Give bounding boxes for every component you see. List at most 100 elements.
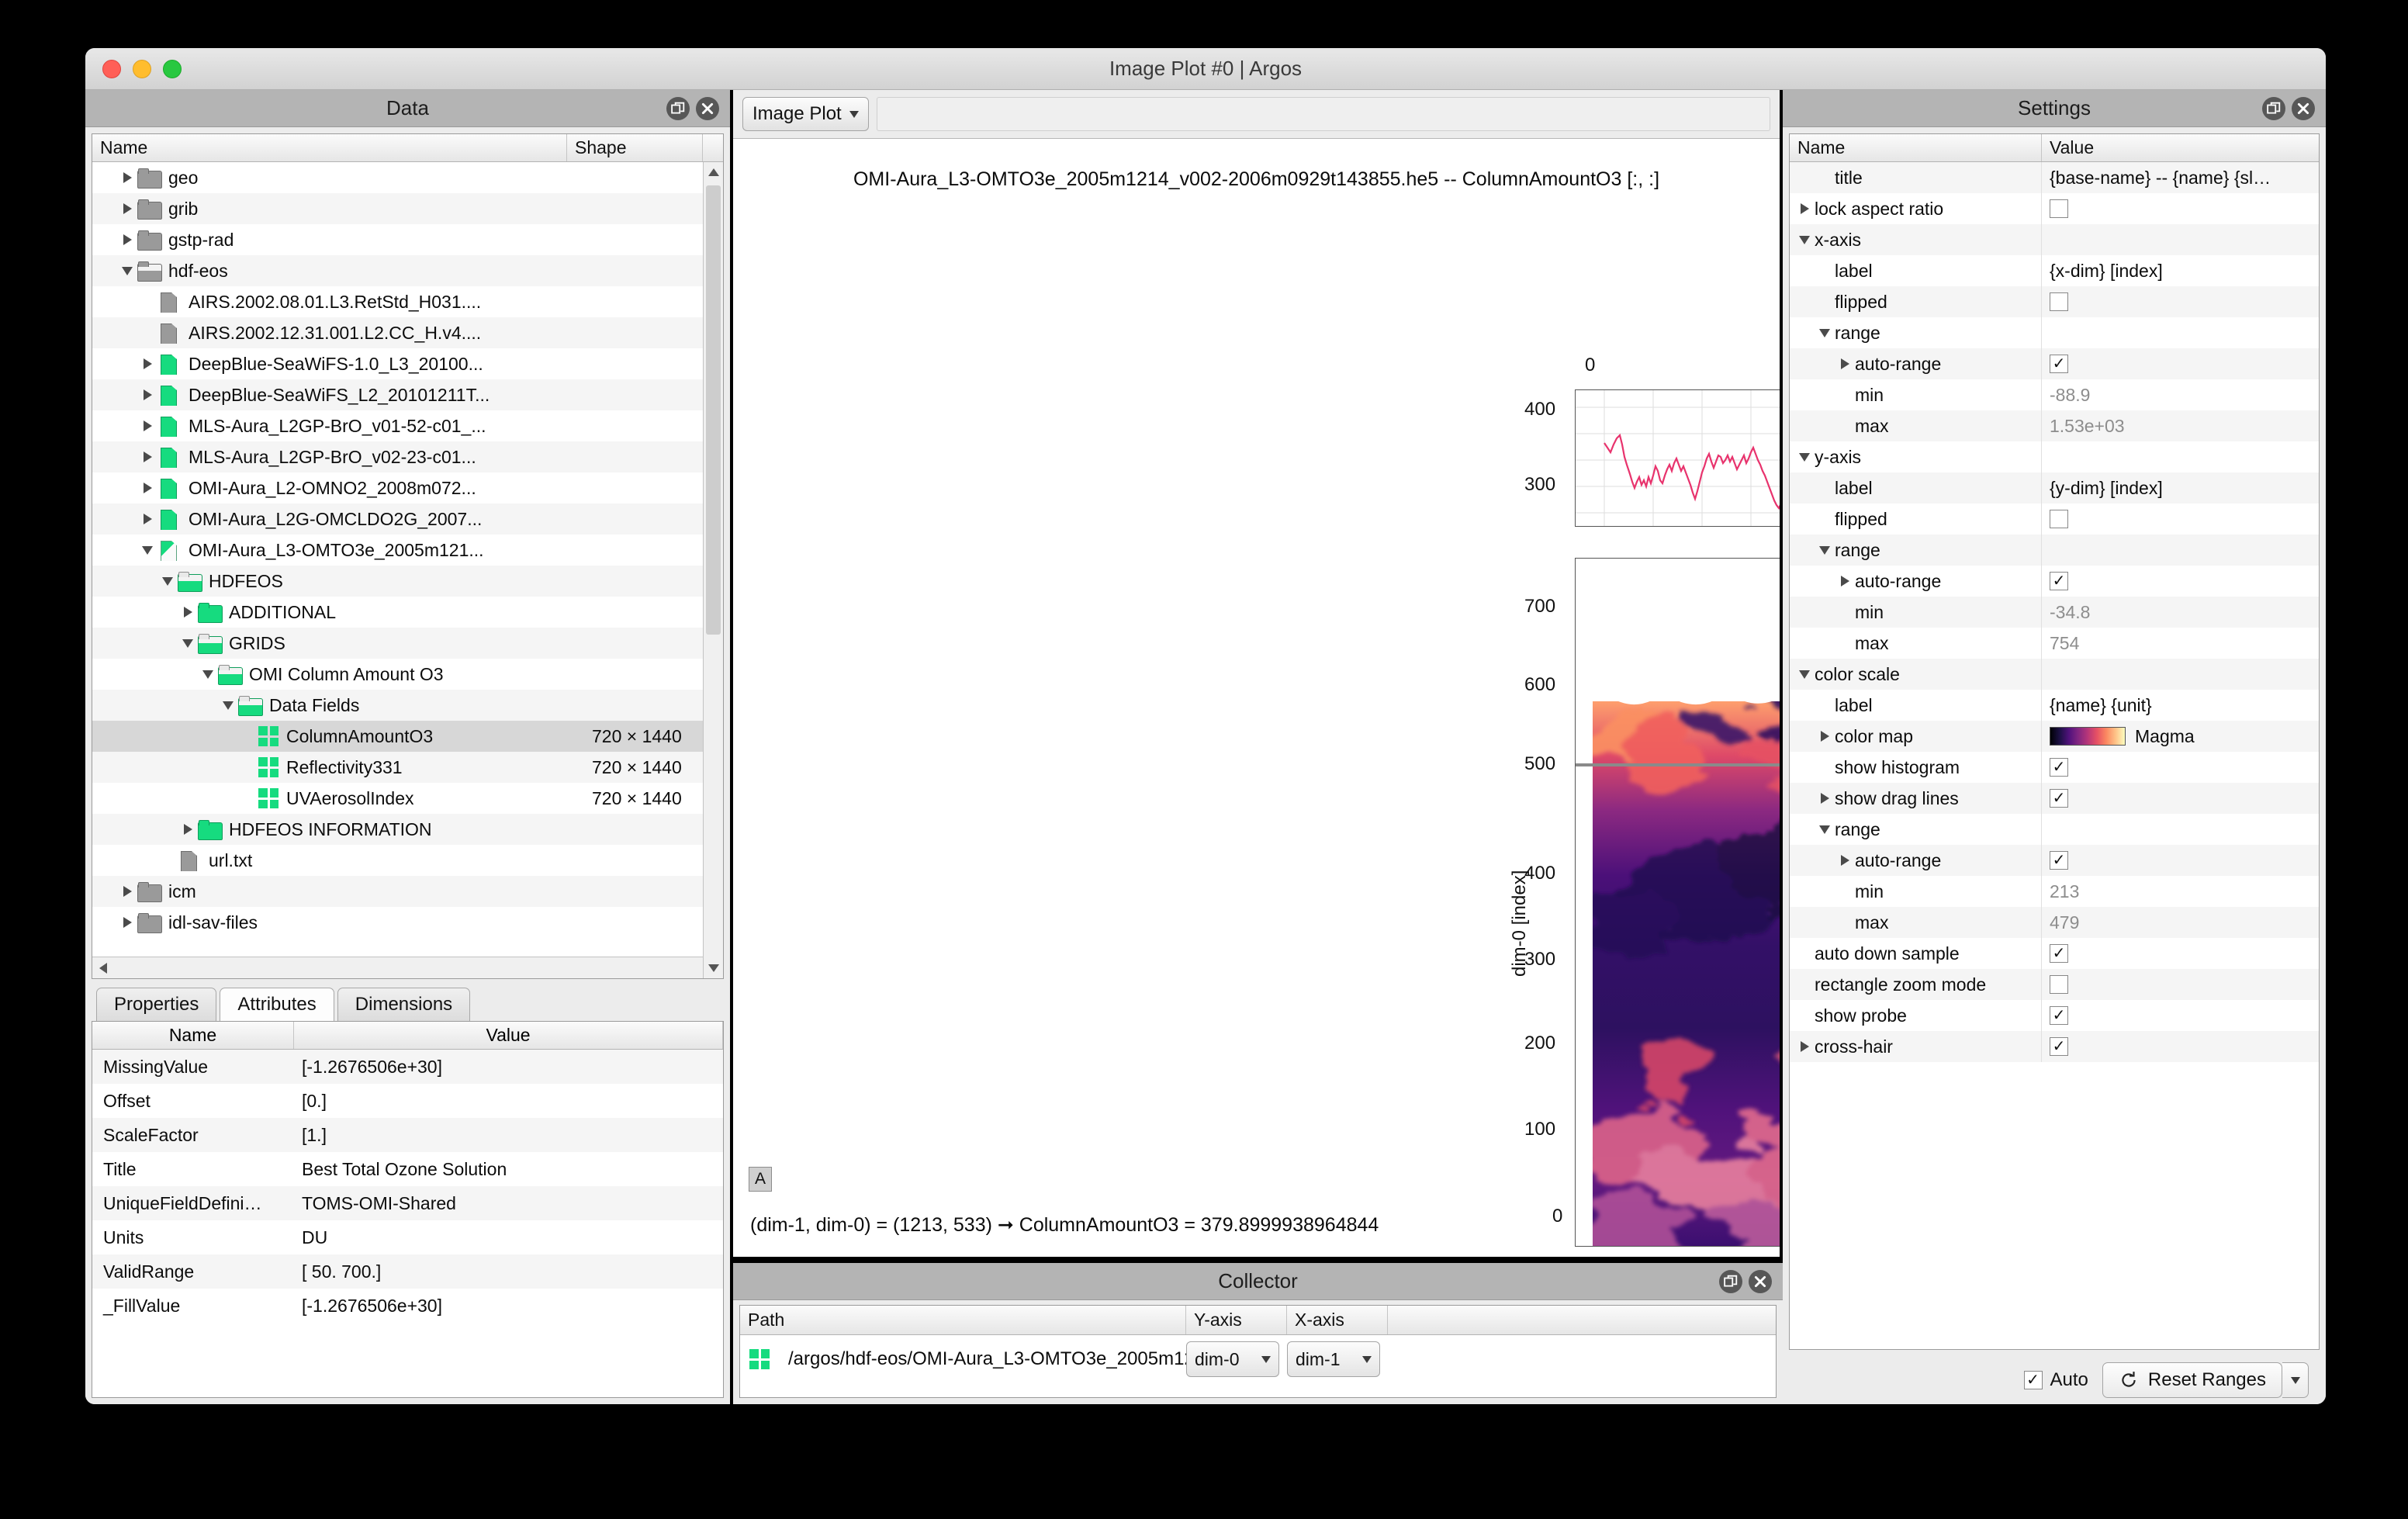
data-tree-row[interactable]: MLS-Aura_L2GP-BrO_v01-52-c01_...: [92, 410, 723, 441]
expand-arrow-icon[interactable]: [1794, 203, 1815, 214]
settings-row[interactable]: rectangle zoom mode: [1790, 969, 2319, 1000]
image-plot-frame[interactable]: [1575, 558, 1780, 1247]
collapse-arrow-icon[interactable]: [137, 545, 157, 555]
collapse-arrow-icon[interactable]: [157, 576, 178, 586]
settings-row[interactable]: range: [1790, 814, 2319, 845]
collector-column-yaxis[interactable]: Y-axis: [1186, 1306, 1287, 1334]
data-tree-row[interactable]: GRIDS: [92, 628, 723, 659]
settings-row[interactable]: show drag lines ✓: [1790, 783, 2319, 814]
settings-checkbox[interactable]: [2050, 292, 2068, 311]
settings-row[interactable]: cross-hair ✓: [1790, 1031, 2319, 1062]
data-tree-row[interactable]: AIRS.2002.12.31.001.L2.CC_H.v4....: [92, 317, 723, 348]
data-tree-row[interactable]: idl-sav-files: [92, 907, 723, 938]
settings-row[interactable]: flipped: [1790, 286, 2319, 317]
float-icon[interactable]: [1719, 1270, 1742, 1293]
auto-checkbox[interactable]: ✓: [2023, 1371, 2043, 1389]
column-header-shape[interactable]: Shape: [567, 134, 703, 161]
expand-arrow-icon[interactable]: [137, 358, 157, 369]
collapse-arrow-icon[interactable]: [218, 701, 238, 710]
attr-column-header-name[interactable]: Name: [92, 1022, 294, 1049]
expand-arrow-icon[interactable]: [178, 824, 198, 835]
detail-tabs[interactable]: Properties Attributes Dimensions: [92, 985, 724, 1021]
settings-checkbox[interactable]: [2050, 199, 2068, 218]
attribute-row[interactable]: UniqueFieldDefini… TOMS-OMI-Shared: [92, 1186, 723, 1220]
float-icon[interactable]: [666, 97, 690, 120]
settings-row[interactable]: min -34.8: [1790, 597, 2319, 628]
collector-column-path[interactable]: Path: [740, 1306, 1186, 1334]
data-tree-row[interactable]: Data Fields: [92, 690, 723, 721]
collapse-arrow-icon[interactable]: [1794, 235, 1815, 244]
settings-row[interactable]: lock aspect ratio: [1790, 193, 2319, 224]
reset-ranges-button[interactable]: Reset Ranges: [2102, 1362, 2282, 1398]
settings-row[interactable]: min 213: [1790, 876, 2319, 907]
settings-row[interactable]: max 1.53e+03: [1790, 410, 2319, 441]
data-tree-row[interactable]: MLS-Aura_L2GP-BrO_v02-23-c01...: [92, 441, 723, 472]
settings-checkbox[interactable]: ✓: [2050, 355, 2068, 373]
data-tree-body[interactable]: geo grib gstp-rad hdf-eos AIRS.2002.08.01.L3…: [92, 162, 723, 957]
expand-arrow-icon[interactable]: [137, 389, 157, 400]
settings-row[interactable]: x-axis: [1790, 224, 2319, 255]
settings-row[interactable]: flipped: [1790, 503, 2319, 535]
settings-tree-body[interactable]: title {base-name} -- {name} {sl… lock aspe…: [1790, 162, 2319, 1349]
expand-arrow-icon[interactable]: [137, 483, 157, 493]
data-tree-row[interactable]: gstp-rad: [92, 224, 723, 255]
settings-row[interactable]: label {name} {unit}: [1790, 690, 2319, 721]
collector-column-xaxis[interactable]: X-axis: [1287, 1306, 1388, 1334]
settings-checkbox[interactable]: ✓: [2050, 1037, 2068, 1056]
close-icon[interactable]: [1749, 1270, 1772, 1293]
expand-arrow-icon[interactable]: [137, 452, 157, 462]
expand-arrow-icon[interactable]: [117, 172, 137, 183]
expand-arrow-icon[interactable]: [1815, 731, 1835, 742]
settings-row[interactable]: show probe ✓: [1790, 1000, 2319, 1031]
attribute-row[interactable]: ValidRange [ 50. 700.]: [92, 1254, 723, 1289]
data-tree-row[interactable]: DeepBlue-SeaWiFS_L2_20101211T...: [92, 379, 723, 410]
expand-arrow-icon[interactable]: [117, 886, 137, 897]
plot-canvas[interactable]: OMI-Aura_L3-OMTO3e_2005m1214_v002-2006m0…: [733, 138, 1780, 1257]
settings-checkbox[interactable]: ✓: [2050, 572, 2068, 590]
scroll-up-icon[interactable]: [704, 162, 723, 182]
settings-row[interactable]: y-axis: [1790, 441, 2319, 472]
data-tree-row[interactable]: geo: [92, 162, 723, 193]
data-tree-row[interactable]: OMI Column Amount O3: [92, 659, 723, 690]
settings-row[interactable]: range: [1790, 535, 2319, 566]
float-icon[interactable]: [2262, 97, 2285, 120]
settings-row[interactable]: range: [1790, 317, 2319, 348]
attribute-row[interactable]: Units DU: [92, 1220, 723, 1254]
close-icon[interactable]: [696, 97, 719, 120]
data-tree-row[interactable]: icm: [92, 876, 723, 907]
settings-column-header-name[interactable]: Name: [1790, 134, 2042, 161]
settings-checkbox[interactable]: ✓: [2050, 1006, 2068, 1025]
data-tree-row[interactable]: ColumnAmountO3 720 × 1440: [92, 721, 723, 752]
tab-dimensions[interactable]: Dimensions: [337, 988, 471, 1021]
data-tree-row[interactable]: HDFEOS INFORMATION: [92, 814, 723, 845]
settings-column-header-value[interactable]: Value: [2042, 134, 2319, 161]
attribute-row[interactable]: ScaleFactor [1.]: [92, 1118, 723, 1152]
settings-row[interactable]: title {base-name} -- {name} {sl…: [1790, 162, 2319, 193]
data-tree-row[interactable]: hdf-eos: [92, 255, 723, 286]
column-header-name[interactable]: Name: [92, 134, 567, 161]
probe-marker-a[interactable]: A: [749, 1167, 772, 1192]
tab-properties[interactable]: Properties: [96, 988, 217, 1021]
collapse-arrow-icon[interactable]: [1815, 545, 1835, 555]
data-tree-row[interactable]: ADDITIONAL: [92, 597, 723, 628]
colormap-swatch[interactable]: [2050, 727, 2126, 746]
expand-arrow-icon[interactable]: [117, 203, 137, 214]
settings-row[interactable]: auto-range ✓: [1790, 566, 2319, 597]
collapse-arrow-icon[interactable]: [1794, 452, 1815, 462]
expand-arrow-icon[interactable]: [1835, 855, 1855, 866]
attr-column-header-value[interactable]: Value: [294, 1022, 723, 1049]
data-tree-row[interactable]: UVAerosolIndex 720 × 1440: [92, 783, 723, 814]
settings-checkbox[interactable]: ✓: [2050, 789, 2068, 808]
yaxis-dim-dropdown[interactable]: dim-0: [1186, 1341, 1279, 1377]
expand-arrow-icon[interactable]: [137, 514, 157, 524]
data-tree-row[interactable]: AIRS.2002.08.01.L3.RetStd_H031....: [92, 286, 723, 317]
attribute-row[interactable]: MissingValue [-1.2676506e+30]: [92, 1050, 723, 1084]
expand-arrow-icon[interactable]: [1835, 576, 1855, 586]
settings-row[interactable]: min -88.9: [1790, 379, 2319, 410]
collapse-arrow-icon[interactable]: [1815, 328, 1835, 337]
tab-attributes[interactable]: Attributes: [220, 988, 334, 1021]
data-tree-row[interactable]: OMI-Aura_L2-OMNO2_2008m072...: [92, 472, 723, 503]
collapse-arrow-icon[interactable]: [117, 266, 137, 275]
settings-row[interactable]: max 479: [1790, 907, 2319, 938]
collapse-arrow-icon[interactable]: [198, 670, 218, 679]
